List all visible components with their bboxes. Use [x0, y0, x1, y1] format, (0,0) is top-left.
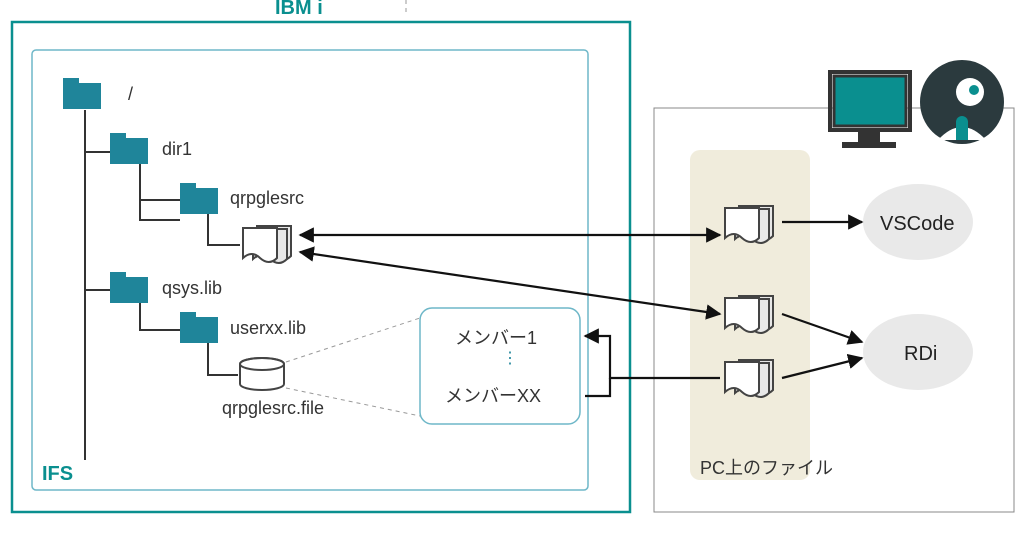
folder-qrpglesrc-icon	[180, 183, 218, 214]
members-box	[420, 308, 580, 424]
box-ibmi	[12, 22, 630, 512]
folder-userxxlib-icon	[180, 312, 218, 343]
arrow-ifs-pc-rdi	[300, 252, 720, 314]
user-workstation-icon	[830, 60, 1004, 148]
label-dir1: dir1	[162, 139, 192, 159]
label-pc-files: PC上のファイル	[700, 458, 833, 478]
label-ifs: IFS	[42, 463, 73, 485]
label-ibmi: IBM i	[275, 0, 323, 19]
label-qrpglesrc: qrpglesrc	[230, 188, 304, 208]
label-root: /	[128, 84, 133, 104]
label-rdi: RDi	[904, 343, 937, 365]
folder-dir1-icon	[110, 133, 148, 164]
folder-root-icon	[63, 78, 101, 109]
members-ellipsis-icon: ⋮	[502, 350, 518, 367]
label-member1: メンバー1	[455, 328, 537, 348]
db-file-icon	[240, 358, 284, 390]
label-dbfile: qrpglesrc.file	[222, 398, 324, 418]
label-memberxx: メンバーXX	[445, 386, 541, 406]
label-vscode: VSCode	[880, 213, 955, 235]
label-userxxlib: userxx.lib	[230, 318, 306, 338]
folder-qsyslib-icon	[110, 272, 148, 303]
ifs-source-files-icon	[243, 226, 291, 263]
label-qsyslib: qsys.lib	[162, 278, 222, 298]
